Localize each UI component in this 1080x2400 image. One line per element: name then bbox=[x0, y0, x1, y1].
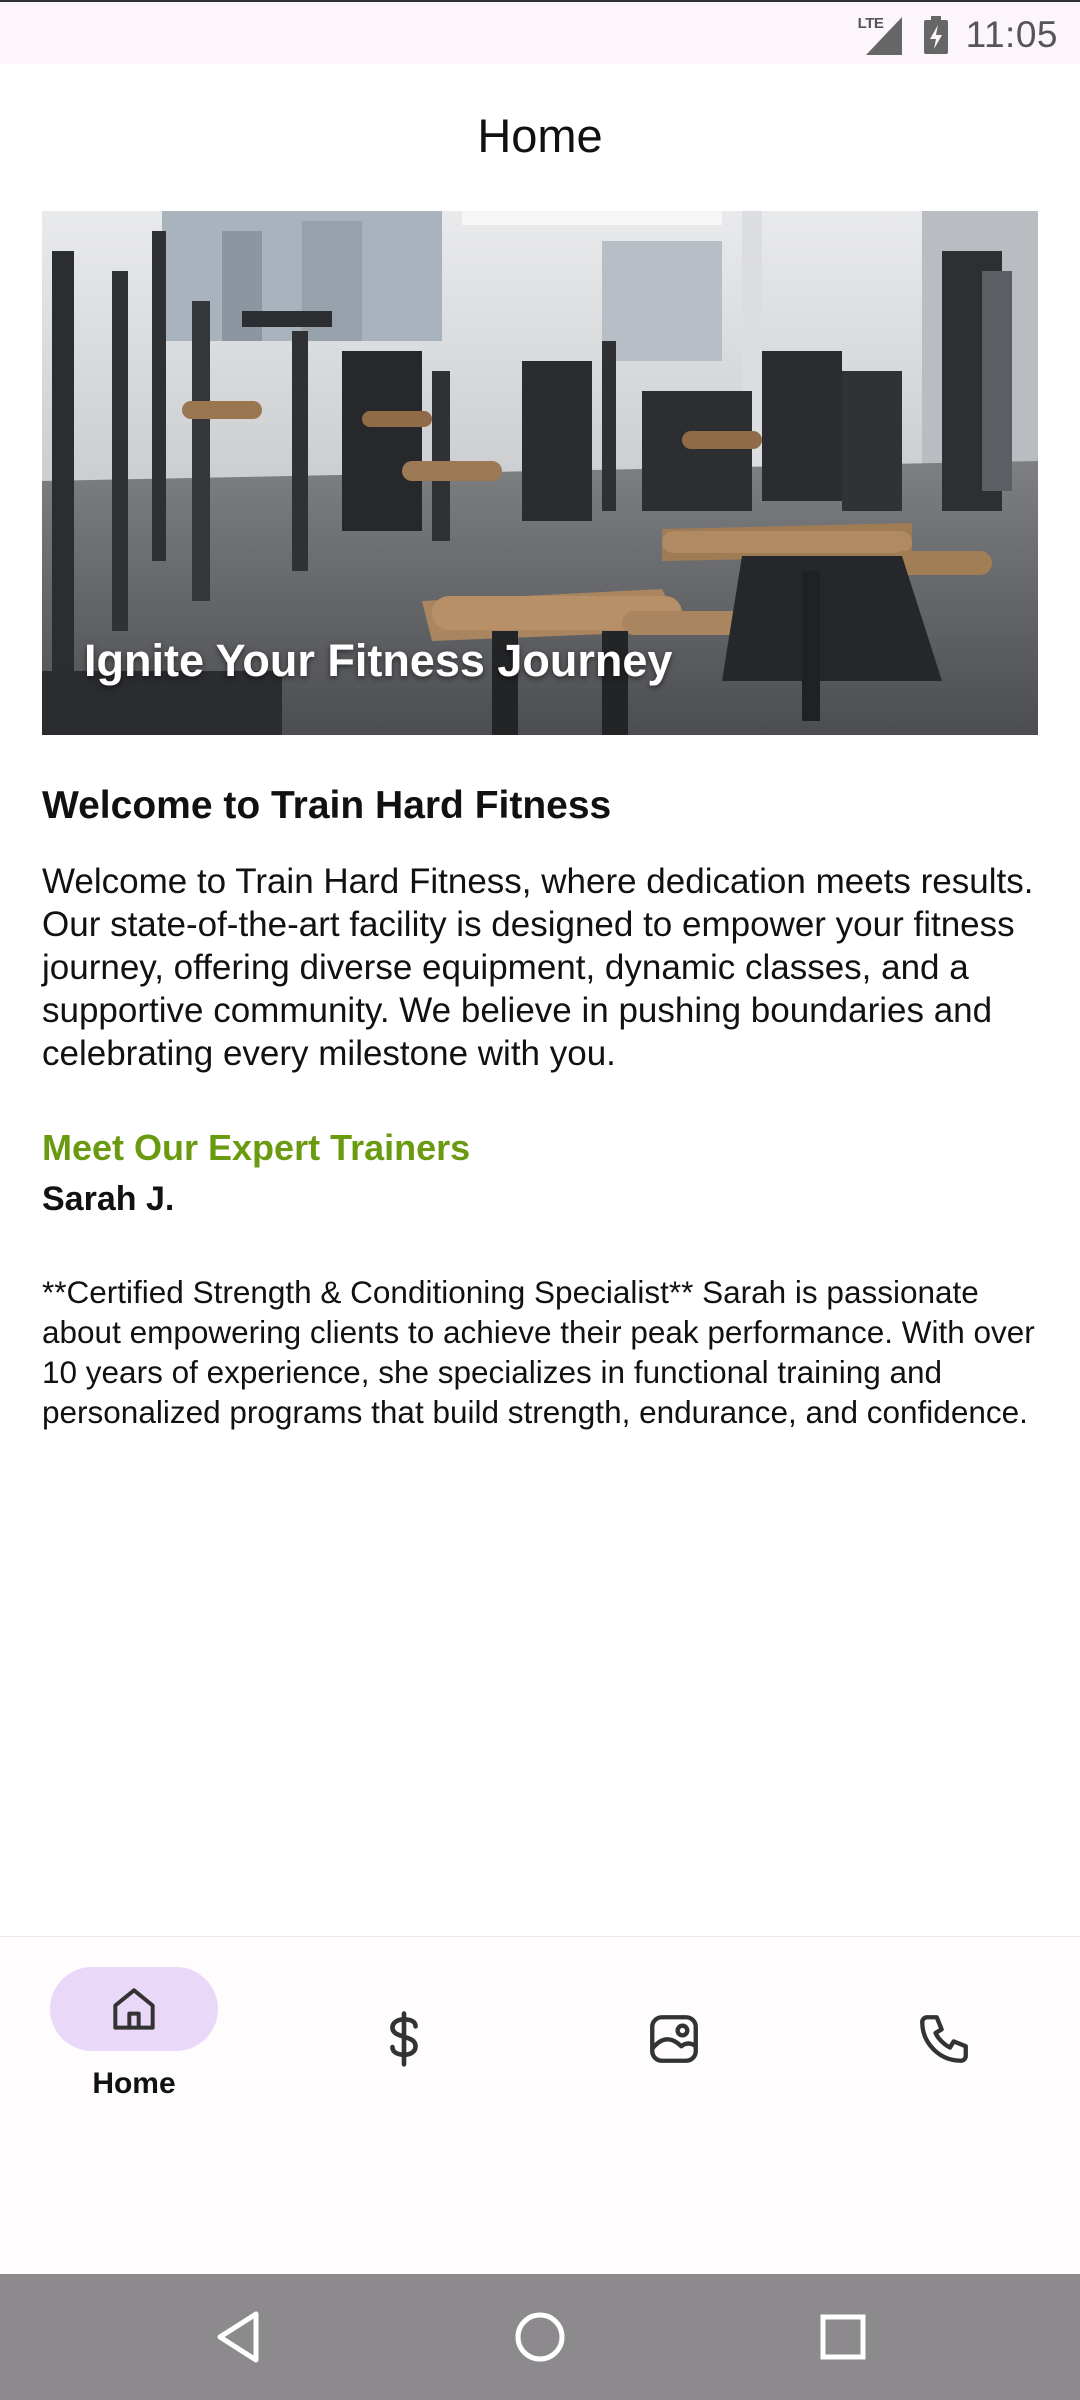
nav-pill-contact bbox=[860, 1997, 1028, 2081]
nav-label-home: Home bbox=[92, 2067, 176, 2100]
hero-banner: Ignite Your Fitness Journey bbox=[42, 211, 1038, 735]
phone-icon bbox=[915, 2010, 973, 2068]
bottom-navigation: Home bbox=[0, 1936, 1080, 2274]
nav-item-pricing[interactable] bbox=[304, 1967, 504, 2117]
nav-item-contact[interactable] bbox=[844, 1967, 1044, 2117]
welcome-heading: Welcome to Train Hard Fitness bbox=[42, 784, 612, 827]
welcome-body: Welcome to Train Hard Fitness, where ded… bbox=[42, 862, 1034, 1073]
lte-signal-icon: LTE bbox=[858, 13, 906, 57]
trainer-name: Sarah J. bbox=[42, 1180, 175, 1218]
status-icons: LTE 11:05 bbox=[858, 10, 1058, 60]
nav-item-home[interactable]: Home bbox=[34, 1967, 234, 2117]
network-type: LTE bbox=[857, 15, 884, 32]
system-navigation-bar bbox=[0, 2274, 1080, 2400]
nav-active-indicator bbox=[50, 1967, 218, 2051]
trainers-heading: Meet Our Expert Trainers bbox=[42, 1127, 471, 1168]
trainer-bio: **Certified Strength & Conditioning Spec… bbox=[42, 1274, 1035, 1430]
battery-charging-icon bbox=[923, 16, 948, 54]
nav-pill-gallery bbox=[590, 1997, 758, 2081]
status-bar: LTE 11:05 bbox=[0, 0, 1080, 64]
home-icon bbox=[106, 1981, 162, 2037]
hero-caption: Ignite Your Fitness Journey bbox=[84, 635, 673, 686]
back-icon[interactable] bbox=[206, 2304, 272, 2370]
image-icon bbox=[645, 2010, 703, 2068]
home-circle-icon[interactable] bbox=[507, 2304, 573, 2370]
nav-pill-pricing bbox=[320, 1997, 488, 2081]
status-time: 11:05 bbox=[965, 14, 1058, 55]
page-title: Home bbox=[477, 109, 603, 162]
dollar-icon bbox=[376, 2009, 432, 2069]
nav-item-gallery[interactable] bbox=[574, 1967, 774, 2117]
recents-icon[interactable] bbox=[810, 2304, 876, 2370]
